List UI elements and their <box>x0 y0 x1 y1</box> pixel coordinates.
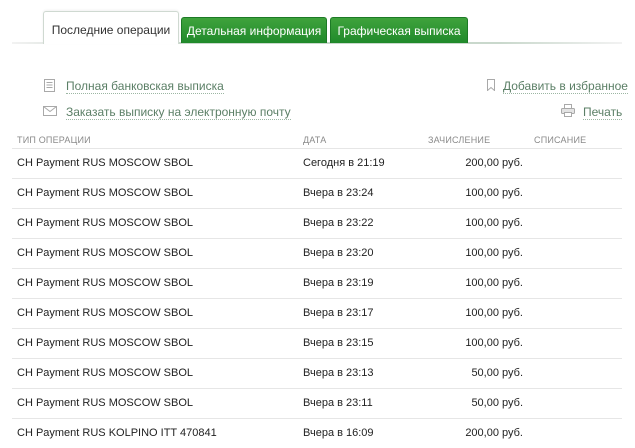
operation-type: CH Payment RUS MOSCOW SBOL <box>17 277 194 289</box>
print-link[interactable]: Печать <box>583 105 623 120</box>
table-row[interactable]: CH Payment RUS MOSCOW SBOL Вчера в 23:20… <box>12 238 622 268</box>
operation-type: CH Payment RUS MOSCOW SBOL <box>17 397 194 409</box>
printer-icon <box>561 104 575 117</box>
operation-date: Вчера в 23:24 <box>303 187 374 199</box>
operation-credit: 200,00 руб. <box>465 427 523 439</box>
column-header-type: ТИП ОПЕРАЦИИ <box>17 135 91 145</box>
document-icon <box>44 79 55 92</box>
bookmark-icon <box>487 79 495 91</box>
operation-date: Вчера в 23:20 <box>303 247 374 259</box>
operation-credit: 100,00 руб. <box>465 337 523 349</box>
operation-type: CH Payment RUS MOSCOW SBOL <box>17 367 194 379</box>
operation-date: Вчера в 23:11 <box>303 397 373 409</box>
column-header-debit: СПИСАНИЕ <box>534 135 587 145</box>
operation-credit: 100,00 руб. <box>465 187 523 199</box>
operation-type: CH Payment RUS MOSCOW SBOL <box>17 217 194 229</box>
operation-credit: 100,00 руб. <box>465 217 523 229</box>
operation-credit: 50,00 руб. <box>471 397 523 409</box>
table-row[interactable]: CH Payment RUS MOSCOW SBOL Вчера в 23:17… <box>12 298 622 328</box>
table-row[interactable]: CH Payment RUS MOSCOW SBOL Сегодня в 21:… <box>12 148 622 178</box>
envelope-icon <box>43 106 57 116</box>
full-statement-link[interactable]: Полная банковская выписка <box>66 79 224 94</box>
tabs-bar: Последние операции Детальная информация … <box>0 0 635 45</box>
table-row[interactable]: CH Payment RUS MOSCOW SBOL Вчера в 23:11… <box>12 388 622 418</box>
table-row[interactable]: CH Payment RUS MOSCOW SBOL Вчера в 23:19… <box>12 268 622 298</box>
add-favorites-link[interactable]: Добавить в избранное <box>503 79 628 94</box>
operation-date: Вчера в 23:17 <box>303 307 374 319</box>
table-row[interactable]: CH Payment RUS MOSCOW SBOL Вчера в 23:13… <box>12 358 622 388</box>
operation-date: Вчера в 23:22 <box>303 217 374 229</box>
table-row[interactable]: CH Payment RUS MOSCOW SBOL Вчера в 23:15… <box>12 328 622 358</box>
table-header: ТИП ОПЕРАЦИИ ДАТА ЗАЧИСЛЕНИЕ СПИСАНИЕ <box>12 133 622 147</box>
operation-credit: 50,00 руб. <box>471 367 523 379</box>
operation-type: CH Payment RUS MOSCOW SBOL <box>17 157 194 169</box>
operation-type: CH Payment RUS MOSCOW SBOL <box>17 187 194 199</box>
operation-type: CH Payment RUS KOLPINO ITT 470841 <box>17 427 217 439</box>
tab-detailed-info[interactable]: Детальная информация <box>181 17 327 43</box>
table-row[interactable]: CH Payment RUS MOSCOW SBOL Вчера в 23:24… <box>12 178 622 208</box>
email-statement-link[interactable]: Заказать выписку на электронную почту <box>66 105 291 120</box>
operation-date: Вчера в 23:19 <box>303 277 374 289</box>
operation-type: CH Payment RUS MOSCOW SBOL <box>17 337 194 349</box>
operation-date: Вчера в 16:09 <box>303 427 374 439</box>
column-header-credit: ЗАЧИСЛЕНИЕ <box>428 135 491 145</box>
operation-type: CH Payment RUS MOSCOW SBOL <box>17 307 194 319</box>
operation-credit: 100,00 руб. <box>465 307 523 319</box>
table-row[interactable]: CH Payment RUS MOSCOW SBOL Вчера в 23:22… <box>12 208 622 238</box>
operation-date: Вчера в 23:15 <box>303 337 374 349</box>
column-header-date: ДАТА <box>303 135 327 145</box>
operation-credit: 200,00 руб. <box>465 157 523 169</box>
table-row[interactable]: CH Payment RUS KOLPINO ITT 470841 Вчера … <box>12 418 622 448</box>
tab-graphic-statement[interactable]: Графическая выписка <box>330 17 468 43</box>
tab-recent-operations[interactable]: Последние операции <box>43 11 179 44</box>
operation-date: Вчера в 23:13 <box>303 367 374 379</box>
operations-table: CH Payment RUS MOSCOW SBOL Сегодня в 21:… <box>12 148 622 448</box>
operation-credit: 100,00 руб. <box>465 247 523 259</box>
operation-type: CH Payment RUS MOSCOW SBOL <box>17 247 194 259</box>
operation-date: Сегодня в 21:19 <box>303 157 385 169</box>
operation-credit: 100,00 руб. <box>465 277 523 289</box>
